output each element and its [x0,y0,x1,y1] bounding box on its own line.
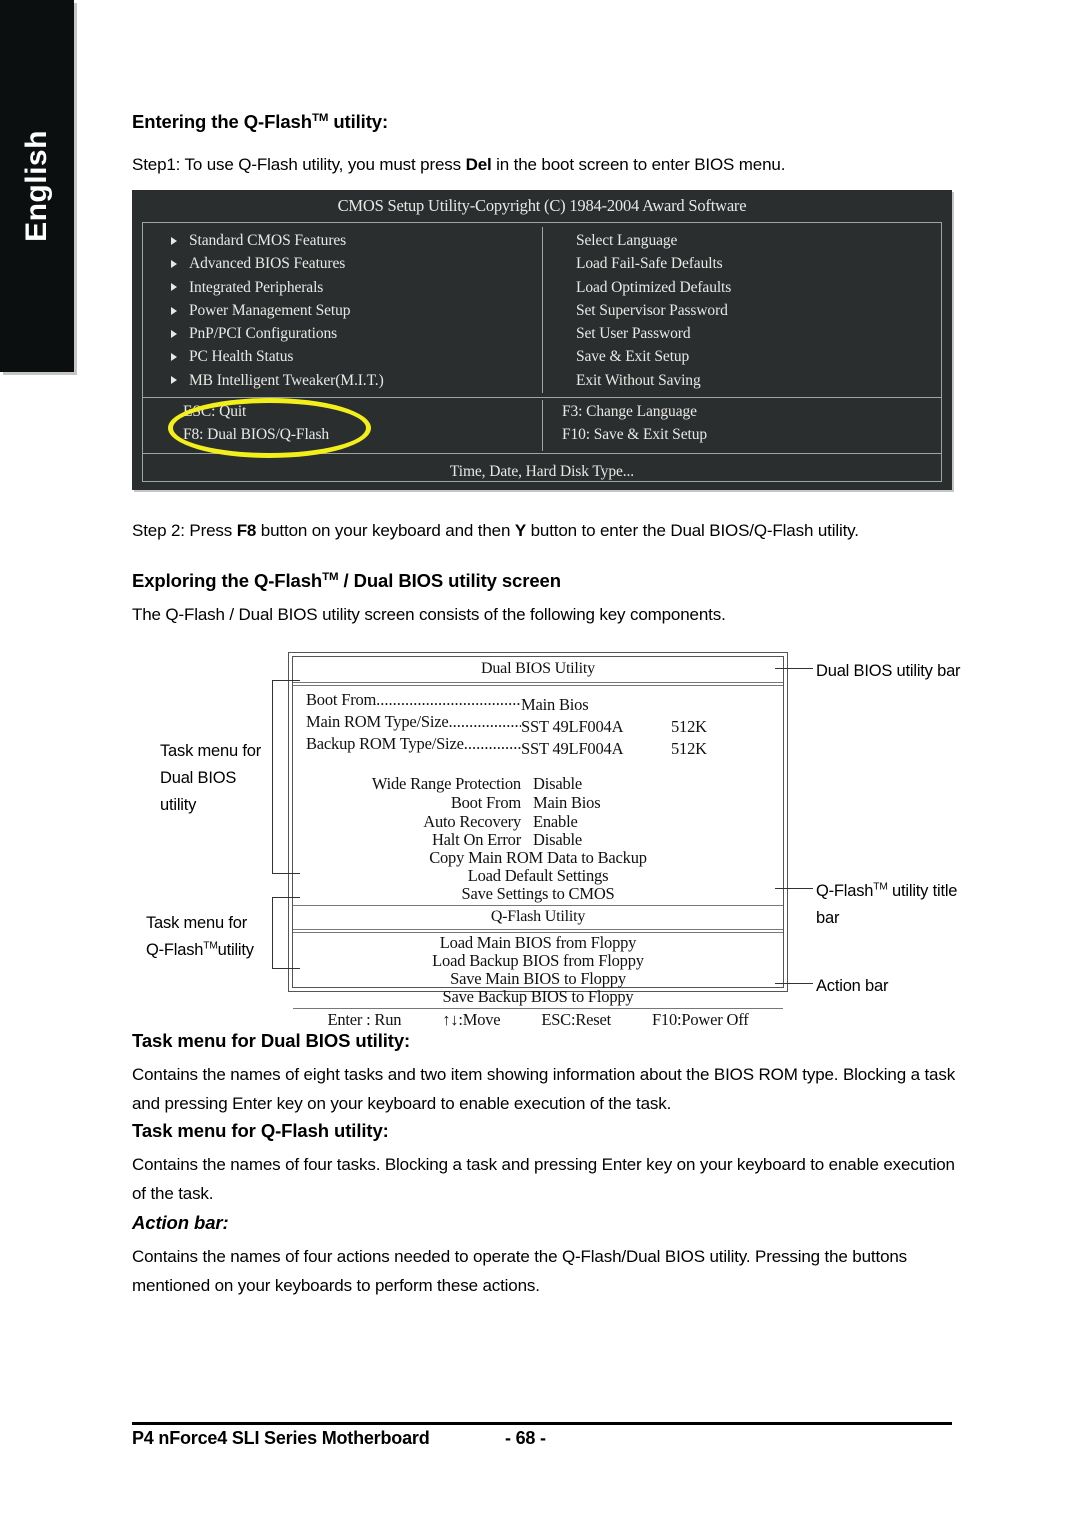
dual-bios-task-row[interactable]: Load Default Settings [288,866,788,886]
diagram-divider [293,929,783,930]
diagram-divider [293,905,783,906]
action-bar-body: Contains the names of four actions neede… [132,1247,908,1295]
triangle-right-icon [171,283,177,292]
trademark-symbol: TM [311,111,329,124]
trademark-symbol: TM [873,881,888,893]
bios-status-hint: Time, Date, Hard Disk Type... [449,463,635,480]
dual-bios-task-row[interactable]: Auto Recovery Enable [336,812,578,832]
bios-menu-item[interactable]: PnP/PCI Configurations [143,322,526,345]
heading-task-menu-dual-bios: Task menu for Dual BIOS utility: [132,1030,411,1051]
diagram-divider [293,1008,783,1009]
bios-key-f8: F8: Dual BIOS/Q-Flash [183,426,330,443]
action-move: ↑↓:Move [442,1010,501,1029]
exploring-body-text: The Q-Flash / Dual BIOS utility screen c… [132,605,726,624]
bios-menu-item[interactable]: Set Supervisor Password [558,299,941,322]
heading-entering-qflash: Entering the Q-FlashTM utility: [132,111,389,132]
qflash-utility-bar-title: Q-Flash Utility [490,908,586,925]
qflash-task-row[interactable]: Load Backup BIOS from Floppy [288,951,788,971]
bios-menu-item[interactable]: Exit Without Saving [558,369,941,392]
diagram-divider [293,682,783,683]
heading-task-menu-qflash: Task menu for Q-Flash utility: [132,1120,389,1141]
trademark-symbol: TM [322,570,339,583]
bios-menu-left-column: Standard CMOS Features Advanced BIOS Fea… [143,229,526,392]
bios-menu-right-column: Select Language Load Fail-Safe Defaults … [558,229,941,392]
bios-inner-frame: Standard CMOS Features Advanced BIOS Fea… [142,222,942,482]
leader-line-dual-bios-bar [775,668,813,669]
language-tab: English [0,0,74,372]
dual-bios-task-row[interactable]: Save Settings to CMOS [288,884,788,904]
trademark-symbol: TM [203,940,218,952]
diagram-divider [293,685,783,686]
footer-page-number: - 68 - [505,1428,546,1448]
rom-info-row: Backup ROM Type/Size..................SS… [306,734,707,758]
dual-bios-task-row[interactable]: Copy Main ROM Data to Backup [288,848,788,868]
dual-bios-task-row[interactable]: Wide Range Protection Disable [336,774,582,794]
callout-dual-bios-utility-bar: Dual BIOS utility bar [816,662,961,680]
dual-bios-utility-bar-title: Dual BIOS Utility [481,660,595,677]
bios-menu-item[interactable]: Select Language [558,229,941,252]
qflash-task-row[interactable]: Save Backup BIOS to Floppy [288,987,788,1007]
bios-menu-item[interactable]: Save & Exit Setup [558,345,941,368]
bios-key-f10: F10: Save & Exit Setup [561,426,707,443]
dual-bios-task-row[interactable]: Boot From Main Bios [336,793,601,813]
task-menu-dual-bios-body: Contains the names of eight tasks and tw… [132,1065,956,1113]
heading-exploring-qflash: Exploring the Q-FlashTM / Dual BIOS util… [132,570,561,591]
bios-key-esc: ESC: Quit [183,403,247,420]
bios-key-f3: F3: Change Language [561,403,697,420]
utility-screen-diagram: Dual BIOS Utility Boot From.............… [288,652,788,1029]
bios-menu-item[interactable]: Power Management Setup [143,299,526,322]
leader-line-qflash-title-bar [775,888,813,889]
step2-text: Step 2: Press F8 button on your keyboard… [132,521,859,540]
bios-menu-item[interactable]: PC Health Status [143,345,526,368]
triangle-right-icon [171,236,177,245]
heading-action-bar: Action bar: [132,1212,229,1233]
cmos-setup-utility-screenshot: CMOS Setup Utility-Copyright (C) 1984-20… [132,190,952,490]
task-menu-qflash-body: Contains the names of four tasks. Blocki… [132,1155,955,1203]
language-tab-label: English [20,130,53,242]
triangle-right-icon [171,306,177,315]
bios-menu-item[interactable]: Set User Password [558,322,941,345]
leader-line-action-bar [775,983,813,984]
triangle-right-icon [171,259,177,268]
bios-menu-item[interactable]: MB Intelligent Tweaker(M.I.T.) [143,369,526,392]
callout-qflash-utility-title-bar: Q-FlashTM utility title bar [816,881,958,927]
bios-menu-columns: Standard CMOS Features Advanced BIOS Fea… [143,223,941,398]
bios-menu-item[interactable]: Load Fail-Safe Defaults [558,252,941,275]
action-f10-power-off: F10:Power Off [651,1010,749,1029]
diagram-action-bar: Enter : Run ↑↓:Move ESC:Reset F10:Power … [293,1010,783,1030]
callout-action-bar: Action bar [816,977,889,995]
bios-key-legend: ESC: Quit F8: Dual BIOS/Q-Flash F3: Chan… [143,398,941,454]
bracket-qflash-task-menu [272,897,300,969]
dual-bios-task-row[interactable]: Halt On Error Disable [336,830,582,850]
qflash-task-row[interactable]: Load Main BIOS from Floppy [288,933,788,953]
callout-task-menu-qflash: Task menu for Q-FlashTMutility [146,914,254,959]
bios-title-bar: CMOS Setup Utility-Copyright (C) 1984-20… [337,196,747,215]
bios-menu-item[interactable]: Integrated Peripherals [143,276,526,299]
footer-product-name: P4 nForce4 SLI Series Motherboard [132,1428,430,1448]
bios-menu-item[interactable]: Standard CMOS Features [143,229,526,252]
triangle-right-icon [171,353,177,362]
bios-menu-item[interactable]: Advanced BIOS Features [143,252,526,275]
footer-divider [132,1422,952,1425]
action-enter-run: Enter : Run [327,1010,402,1029]
callout-task-menu-dual-bios: Task menu for Dual BIOS utility [160,742,262,814]
qflash-task-row[interactable]: Save Main BIOS to Floppy [288,969,788,989]
action-esc-reset: ESC:Reset [541,1010,612,1029]
step1-text: Step1: To use Q-Flash utility, you must … [132,155,786,174]
triangle-right-icon [171,376,177,385]
bios-menu-item[interactable]: Load Optimized Defaults [558,276,941,299]
triangle-right-icon [171,329,177,338]
bracket-dual-bios-task-menu [272,680,300,874]
